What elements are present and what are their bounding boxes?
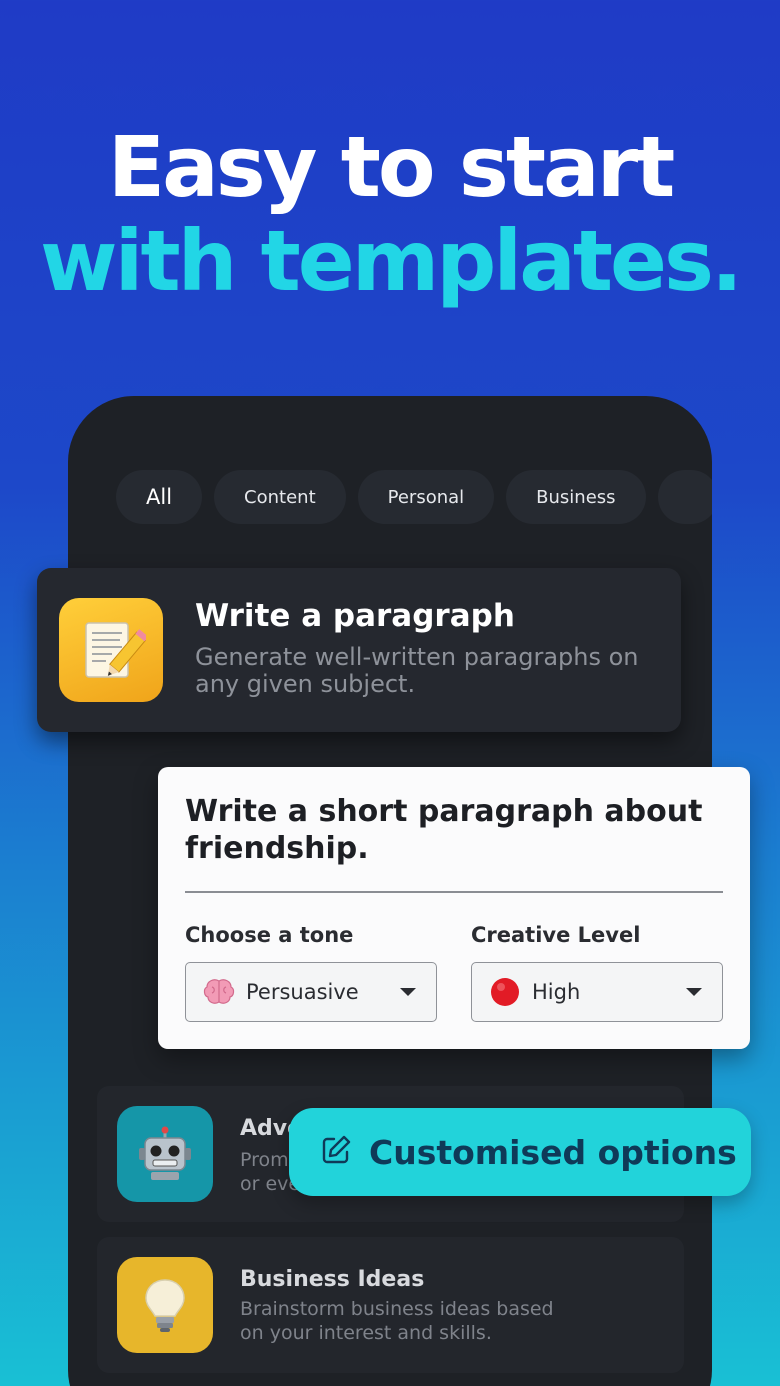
customised-options-label: Customised options [369, 1132, 737, 1172]
template-title: Write a paragraph [195, 598, 515, 634]
headline-line-2: with templates. [40, 212, 743, 310]
tone-label: Choose a tone [185, 923, 354, 947]
creative-level-value: High [532, 980, 581, 1004]
category-chips: All Content Personal Business [116, 470, 712, 526]
brain-icon [202, 975, 236, 1009]
headline: Easy to start with templates. [0, 120, 780, 308]
chip-personal[interactable]: Personal [357, 470, 495, 524]
template-description-line-2: on your interest and skills. [240, 1322, 492, 1344]
chevron-down-icon [400, 988, 416, 996]
prompt-options-card: Write a short paragraph about friendship… [158, 767, 750, 1049]
creative-level-label: Creative Level [471, 923, 641, 947]
memo-pencil-icon [59, 598, 163, 702]
red-circle-icon [488, 975, 522, 1009]
creative-level-select[interactable]: High [471, 962, 723, 1022]
chip-all[interactable]: All [116, 470, 203, 524]
robot-icon [117, 1106, 213, 1202]
light-bulb-icon [117, 1257, 213, 1353]
tone-value: Persuasive [246, 980, 359, 1004]
template-title: Business Ideas [240, 1267, 425, 1292]
prompt-text[interactable]: Write a short paragraph about friendship… [185, 793, 725, 867]
chip-business[interactable]: Business [506, 470, 646, 524]
chip-content[interactable]: Content [214, 470, 346, 524]
tone-select[interactable]: Persuasive [185, 962, 437, 1022]
customised-options-badge: Customised options [289, 1108, 751, 1196]
headline-line-1: Easy to start [107, 118, 676, 216]
template-description-line-1: Brainstorm business ideas based [240, 1298, 554, 1320]
chevron-down-icon [686, 988, 702, 996]
template-card-business-ideas[interactable]: Business Ideas Brainstorm business ideas… [97, 1237, 684, 1373]
template-description: Generate well-written paragraphs on any … [195, 643, 639, 698]
edit-icon [319, 1133, 353, 1171]
prompt-divider [185, 891, 723, 893]
template-card-write-paragraph[interactable]: Write a paragraph Generate well-written … [37, 568, 681, 732]
chip-more[interactable] [657, 470, 712, 524]
